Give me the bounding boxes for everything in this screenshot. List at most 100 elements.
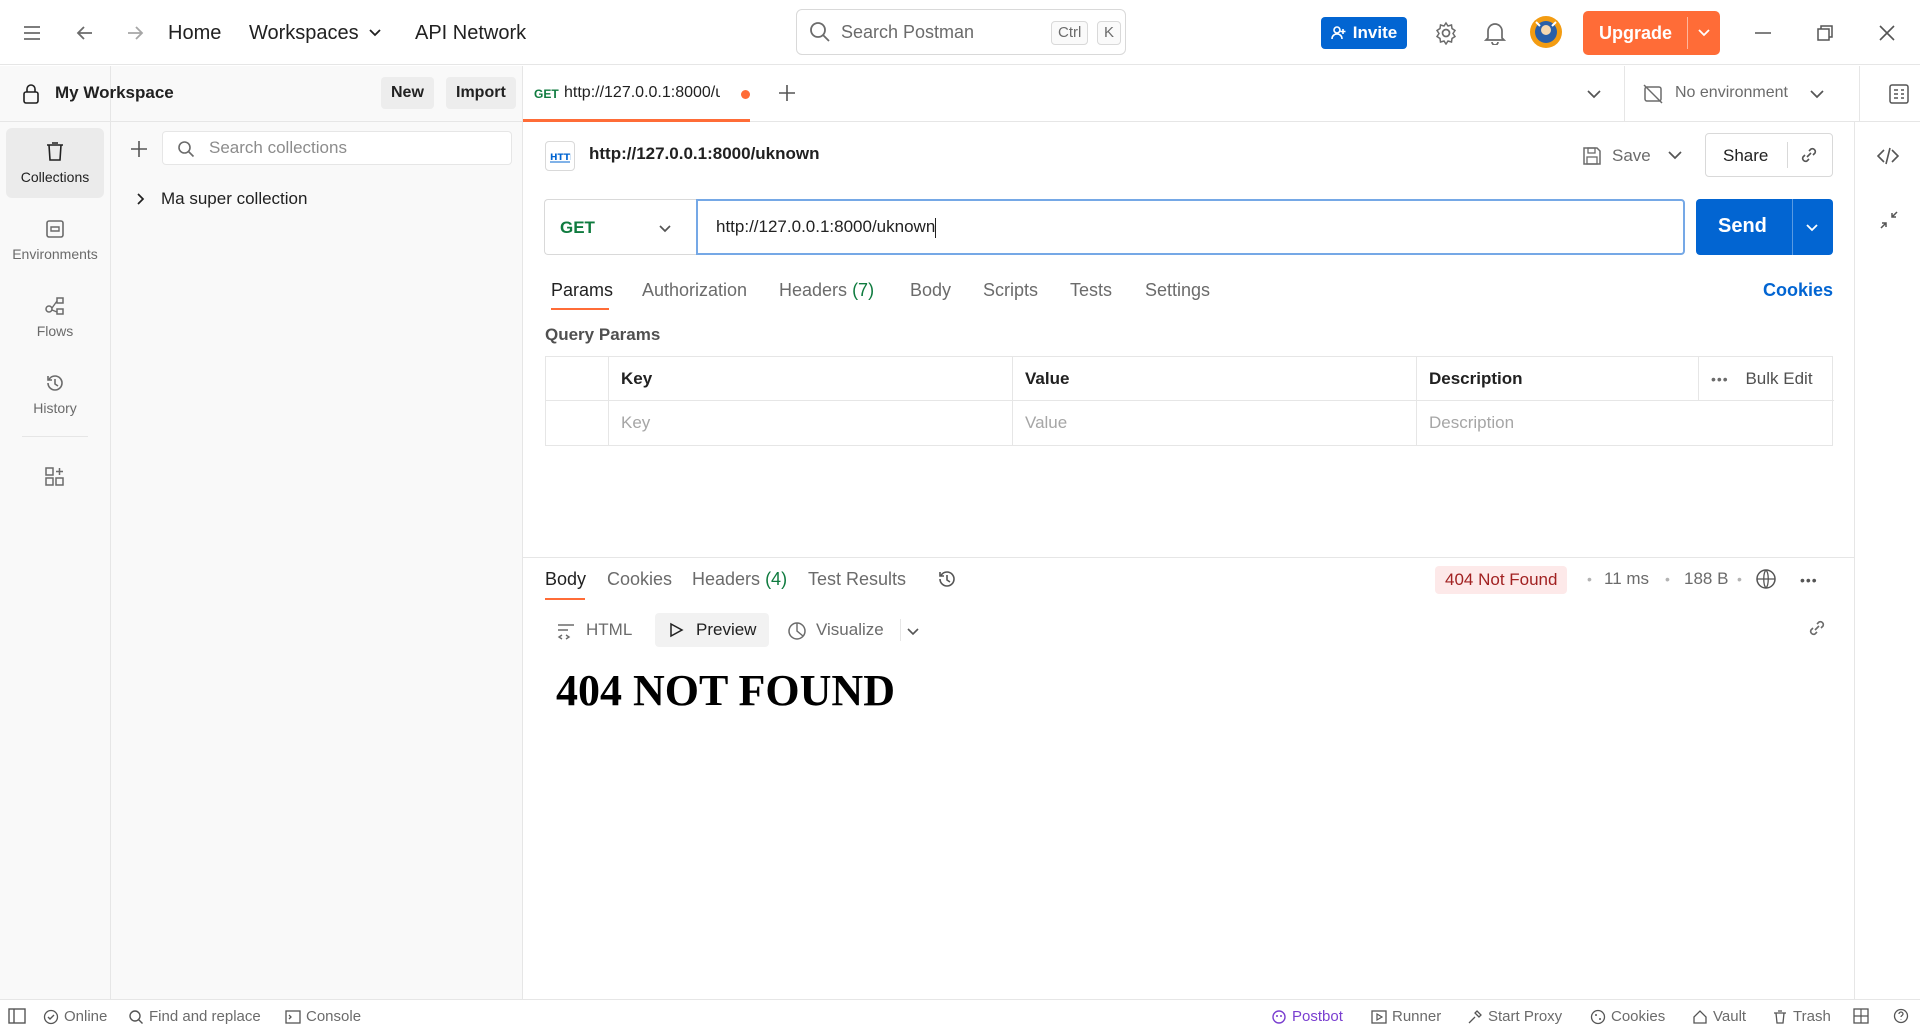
request-tabs-bar: GET http://127.0.0.1:8000/ukı No environ… bbox=[523, 66, 1920, 122]
collections-search-input[interactable]: Search collections bbox=[162, 131, 512, 165]
add-collection-icon[interactable] bbox=[128, 138, 150, 160]
tab-settings[interactable]: Settings bbox=[1145, 280, 1210, 301]
history-icon bbox=[47, 375, 63, 391]
vault-button[interactable]: Vault bbox=[1692, 1008, 1746, 1025]
tab-tests[interactable]: Tests bbox=[1070, 280, 1112, 301]
left-nav-rail: Collections Environments Flows History bbox=[0, 66, 111, 999]
share-button[interactable]: Share bbox=[1723, 146, 1768, 166]
trash-button[interactable]: Trash bbox=[1772, 1008, 1831, 1025]
request-title[interactable]: http://127.0.0.1:8000/uknown bbox=[589, 144, 820, 164]
forward-arrow-icon[interactable] bbox=[120, 18, 150, 48]
upgrade-button[interactable]: Upgrade bbox=[1583, 11, 1720, 55]
collection-item[interactable]: Ma super collection bbox=[131, 186, 511, 214]
online-status[interactable]: Online bbox=[43, 1008, 107, 1025]
tab-params[interactable]: Params bbox=[551, 280, 613, 301]
url-value: http://127.0.0.1:8000/uknown bbox=[716, 217, 936, 236]
notification-bell-icon[interactable] bbox=[1480, 18, 1510, 48]
save-options-chevron-icon[interactable] bbox=[1666, 146, 1684, 164]
vault-label: Vault bbox=[1713, 1008, 1747, 1025]
more-options-icon[interactable]: ••• bbox=[1711, 371, 1729, 387]
nav-workspaces[interactable]: Workspaces bbox=[249, 20, 359, 46]
postbot-button[interactable]: Postbot bbox=[1271, 1008, 1343, 1025]
environment-quick-look-icon[interactable] bbox=[1887, 82, 1911, 106]
save-button[interactable]: Save bbox=[1579, 142, 1651, 170]
collapse-arrows-icon[interactable] bbox=[1879, 210, 1899, 230]
response-tab-test-results[interactable]: Test Results bbox=[808, 569, 906, 590]
chevron-down-icon[interactable] bbox=[367, 24, 383, 40]
help-icon[interactable] bbox=[1893, 1008, 1909, 1024]
copy-link-icon[interactable] bbox=[1798, 144, 1820, 166]
response-history-icon[interactable] bbox=[936, 568, 958, 590]
search-icon bbox=[177, 140, 195, 158]
nav-api-network[interactable]: API Network bbox=[415, 20, 526, 46]
rail-item-collections[interactable]: Collections bbox=[6, 128, 104, 198]
tab-title: http://127.0.0.1:8000/ukı bbox=[564, 84, 720, 101]
import-button[interactable]: Import bbox=[446, 77, 516, 109]
response-more-options-icon[interactable]: ••• bbox=[1800, 572, 1818, 588]
tab-body[interactable]: Body bbox=[910, 280, 951, 301]
avatar[interactable] bbox=[1528, 14, 1564, 50]
view-mode-html[interactable]: HTML bbox=[556, 617, 636, 645]
restore-window-icon[interactable] bbox=[1810, 18, 1840, 48]
value-input[interactable]: Value bbox=[1012, 401, 1416, 445]
close-window-icon[interactable] bbox=[1872, 18, 1902, 48]
tabs-overflow-chevron-icon[interactable] bbox=[1585, 85, 1603, 103]
cookies-button[interactable]: Cookies bbox=[1590, 1008, 1665, 1025]
http-method-select[interactable]: GET bbox=[544, 199, 696, 255]
network-globe-icon[interactable] bbox=[1754, 567, 1778, 591]
chevron-right-icon[interactable] bbox=[133, 192, 147, 206]
code-snippet-icon[interactable] bbox=[1876, 144, 1900, 168]
chevron-down-icon[interactable] bbox=[1695, 23, 1713, 41]
runner-button[interactable]: Runner bbox=[1371, 1008, 1441, 1025]
nav-home[interactable]: Home bbox=[168, 20, 221, 46]
copy-response-link-icon[interactable] bbox=[1806, 617, 1828, 639]
response-time[interactable]: 11 ms bbox=[1604, 569, 1649, 589]
console-button[interactable]: Console bbox=[285, 1008, 361, 1025]
tab-scripts[interactable]: Scripts bbox=[983, 280, 1038, 301]
start-proxy-button[interactable]: Start Proxy bbox=[1467, 1008, 1562, 1025]
collections-search-placeholder: Search collections bbox=[209, 138, 347, 157]
runner-icon bbox=[1371, 1009, 1387, 1024]
key-input[interactable]: Key bbox=[608, 401, 1012, 445]
workspace-name[interactable]: My Workspace bbox=[55, 83, 174, 103]
rail-item-flows[interactable]: Flows bbox=[6, 282, 104, 352]
new-button[interactable]: New bbox=[381, 77, 434, 109]
status-badge[interactable]: 404 Not Found bbox=[1435, 566, 1568, 594]
back-arrow-icon[interactable] bbox=[70, 18, 100, 48]
response-tab-body[interactable]: Body bbox=[545, 569, 586, 590]
environment-label: No environment bbox=[1675, 84, 1788, 101]
invite-button[interactable]: Invite bbox=[1321, 17, 1407, 49]
minimize-window-icon[interactable] bbox=[1748, 18, 1778, 48]
layout-grid-icon[interactable] bbox=[1853, 1008, 1869, 1024]
environment-selector[interactable]: No environment bbox=[1642, 66, 1842, 122]
find-replace-button[interactable]: Find and replace bbox=[128, 1008, 261, 1025]
response-tab-headers[interactable]: Headers (4) bbox=[692, 569, 787, 590]
response-size[interactable]: 188 B bbox=[1684, 569, 1728, 589]
new-tab-plus-icon[interactable] bbox=[776, 82, 798, 104]
menu-icon[interactable] bbox=[17, 18, 47, 48]
view-mode-preview[interactable]: Preview bbox=[655, 613, 769, 647]
request-tab-active[interactable]: GET http://127.0.0.1:8000/ukı bbox=[523, 66, 750, 122]
toggle-sidebar-icon[interactable] bbox=[8, 1008, 26, 1024]
chevron-down-icon[interactable] bbox=[1804, 219, 1820, 235]
share-divider bbox=[1787, 142, 1788, 168]
global-search-input[interactable]: Search Postman Ctrl K bbox=[796, 9, 1126, 55]
description-input[interactable]: Description bbox=[1416, 401, 1833, 445]
view-mode-html-label: HTML bbox=[586, 620, 633, 639]
settings-gear-icon[interactable] bbox=[1431, 18, 1461, 48]
response-tab-cookies[interactable]: Cookies bbox=[607, 569, 672, 590]
tab-headers[interactable]: Headers (7) bbox=[779, 280, 874, 301]
url-input[interactable]: http://127.0.0.1:8000/uknown bbox=[696, 199, 1685, 255]
search-icon bbox=[809, 21, 831, 43]
bulk-edit-button[interactable]: Bulk Edit bbox=[1745, 369, 1812, 388]
chevron-down-icon[interactable] bbox=[906, 624, 920, 638]
rail-item-environments[interactable]: Environments bbox=[6, 205, 104, 275]
rail-item-history[interactable]: History bbox=[6, 359, 104, 429]
cookies-link[interactable]: Cookies bbox=[1763, 280, 1833, 301]
view-mode-visualize[interactable]: Visualize bbox=[786, 617, 946, 645]
lock-icon bbox=[21, 83, 41, 105]
configure-workbench-icon[interactable] bbox=[43, 465, 67, 489]
send-button[interactable]: Send bbox=[1696, 199, 1833, 255]
tab-authorization[interactable]: Authorization bbox=[642, 280, 747, 301]
rail-label-flows: Flows bbox=[36, 323, 74, 339]
